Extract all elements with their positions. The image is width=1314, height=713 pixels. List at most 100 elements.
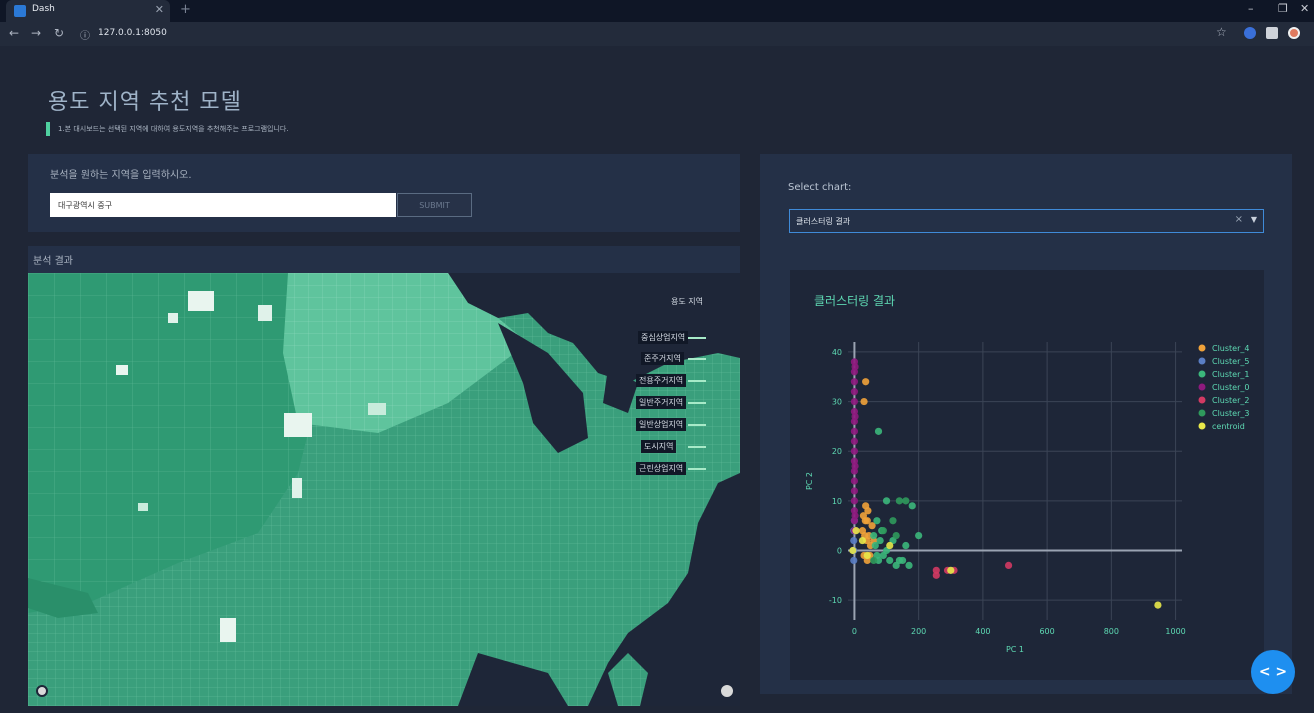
browser-tab-bar: Dash ✕ + – ❐ ✕ xyxy=(0,0,1314,22)
data-point xyxy=(902,497,910,505)
submit-button[interactable]: SUBMIT xyxy=(397,193,472,217)
legend-label: Cluster_1 xyxy=(1212,370,1249,379)
data-point xyxy=(905,561,913,569)
region-input-label: 분석을 원하는 지역을 입력하시오. xyxy=(50,170,192,181)
data-point xyxy=(873,517,881,525)
browser-tab[interactable]: Dash ✕ xyxy=(6,0,170,22)
data-point xyxy=(874,427,883,435)
legend-marker xyxy=(1198,370,1206,378)
url-field[interactable]: ⓘ 127.0.0.1:8050 xyxy=(76,25,1236,43)
chart-select-dropdown[interactable]: 클러스터링 결과 × ▼ xyxy=(789,209,1264,233)
y-tick-label: 40 xyxy=(832,348,842,357)
legend-label: Cluster_2 xyxy=(1212,396,1249,405)
new-tab-icon[interactable]: + xyxy=(180,2,191,17)
y-tick-label: 20 xyxy=(832,447,842,456)
code-toggle-button[interactable]: < > xyxy=(1251,650,1295,694)
light-county xyxy=(138,503,148,511)
legend-marker xyxy=(1198,396,1206,404)
data-point xyxy=(908,502,916,510)
page-title: 용도 지역 추천 모델 xyxy=(48,90,242,115)
legend-label: Cluster_0 xyxy=(1212,383,1249,392)
data-point xyxy=(932,571,940,579)
restore-icon[interactable]: ❐ xyxy=(1278,2,1288,15)
address-bar: ← → ↻ ⓘ 127.0.0.1:8050 ☆ xyxy=(0,22,1314,46)
data-point xyxy=(871,541,879,550)
puzzle-icon[interactable] xyxy=(1266,27,1278,39)
data-point xyxy=(850,437,859,445)
tab-title: Dash xyxy=(32,4,55,14)
x-tick-label: 200 xyxy=(911,627,926,636)
legend-label: centroid xyxy=(1212,422,1245,431)
y-axis-label: PC 2 xyxy=(805,472,814,490)
light-county xyxy=(188,291,214,311)
scatter-plot[interactable]: 0 200 400 600 800 1000 -10 0 10 20 30 40 PC 1 PC 2 Clu… xyxy=(790,320,1264,665)
legend-item[interactable]: 일반상업지역 xyxy=(636,418,687,431)
url-text: 127.0.0.1:8050 xyxy=(98,28,167,38)
bookmark-star-icon[interactable]: ☆ xyxy=(1216,25,1227,39)
result-panel-label: 분석 결과 xyxy=(33,256,73,267)
choropleth-map[interactable]: 용도 지역 중심상업지역 준주거지역 전용주거지역 일반주거지역 일반상업지역 … xyxy=(28,273,740,706)
data-point xyxy=(915,532,923,540)
legend-swatch xyxy=(688,380,706,382)
legend-marker xyxy=(1198,409,1206,417)
legend-swatch xyxy=(688,468,706,470)
legend-item[interactable]: 근린상업지역 xyxy=(636,462,687,475)
data-point xyxy=(895,497,903,505)
legend-item[interactable]: 일반주거지역 xyxy=(636,396,687,409)
clear-icon[interactable]: × xyxy=(1235,214,1243,225)
x-axis-label: PC 1 xyxy=(1006,645,1024,654)
info-icon[interactable]: ⓘ xyxy=(80,27,90,42)
data-point xyxy=(851,412,859,421)
y-tick-label: 0 xyxy=(837,547,842,556)
data-point xyxy=(850,536,858,545)
data-point xyxy=(850,497,859,505)
legend-swatch xyxy=(688,424,706,426)
legend-marker xyxy=(1198,357,1206,365)
x-tick-label: 800 xyxy=(1104,627,1119,636)
legend-item[interactable]: 도시지역 xyxy=(641,440,677,453)
data-point xyxy=(1004,561,1013,569)
data-point xyxy=(870,532,878,540)
legend-label: Cluster_3 xyxy=(1212,409,1249,418)
data-point xyxy=(879,527,887,535)
reload-icon[interactable]: ↻ xyxy=(54,26,64,40)
data-point xyxy=(850,487,859,495)
data-point xyxy=(850,378,859,386)
data-point xyxy=(864,507,872,515)
legend-label: Cluster_5 xyxy=(1212,357,1249,366)
data-point xyxy=(849,546,857,555)
data-point xyxy=(850,447,859,455)
region-input[interactable] xyxy=(50,193,396,217)
legend-marker xyxy=(1198,383,1206,391)
map-info-icon[interactable] xyxy=(719,683,735,699)
page-subtitle: 1.본 대시보드는 선택된 지역에 대하여 용도지역을 추천해주는 프로그램입니… xyxy=(58,125,289,133)
map-reset-icon[interactable] xyxy=(36,685,48,697)
data-point xyxy=(870,556,878,565)
data-point xyxy=(850,556,858,565)
data-point xyxy=(892,532,900,540)
legend-item[interactable]: 준주거지역 xyxy=(641,352,684,365)
data-point xyxy=(860,397,868,406)
legend-item[interactable]: 중심상업지역 xyxy=(638,331,689,344)
chevron-down-icon[interactable]: ▼ xyxy=(1251,215,1257,224)
avatar[interactable] xyxy=(1288,27,1300,39)
data-point xyxy=(882,497,891,505)
data-point xyxy=(850,427,859,435)
close-window-icon[interactable]: ✕ xyxy=(1300,2,1309,15)
legend-swatch xyxy=(688,337,706,339)
data-point xyxy=(886,556,894,565)
data-point xyxy=(886,541,894,550)
data-point xyxy=(852,527,860,535)
light-county xyxy=(116,365,128,375)
minimize-icon[interactable]: – xyxy=(1248,2,1254,15)
close-tab-icon[interactable]: ✕ xyxy=(155,3,164,16)
forward-icon[interactable]: → xyxy=(31,26,41,40)
legend-item[interactable]: 전용주거지역 xyxy=(636,374,687,387)
data-point xyxy=(861,517,869,525)
legend-swatch xyxy=(688,358,706,360)
data-point xyxy=(850,397,859,406)
extension-icon[interactable] xyxy=(1244,27,1256,39)
data-point xyxy=(850,477,859,485)
back-icon[interactable]: ← xyxy=(9,26,19,40)
legend-swatch xyxy=(688,402,706,404)
